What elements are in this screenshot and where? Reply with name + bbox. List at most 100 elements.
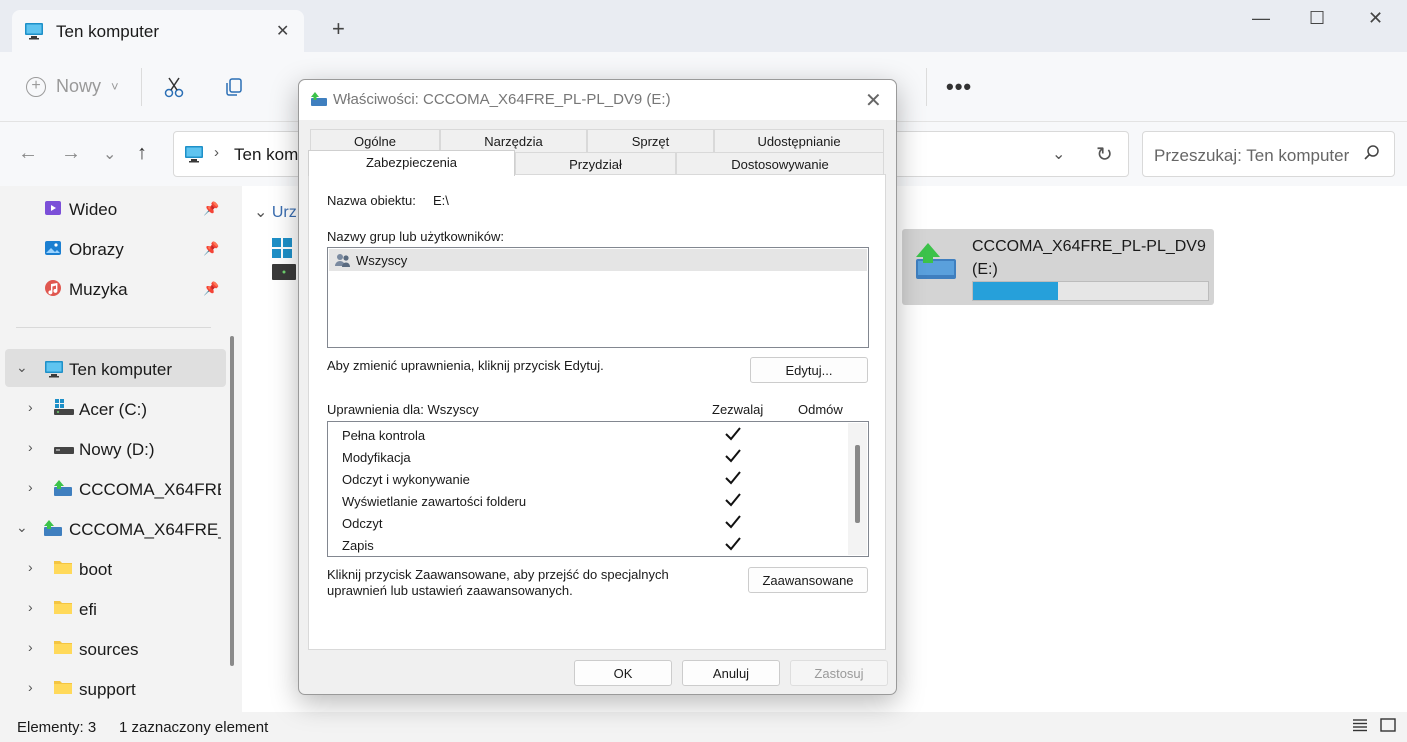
permissions-list[interactable]: Pełna kontrola Modyfikacja Odczyt i wyko… (327, 421, 869, 557)
details-view-icon[interactable] (1352, 718, 1368, 736)
chevron-right-icon[interactable]: › (28, 599, 33, 615)
advanced-button[interactable]: Zaawansowane (748, 567, 868, 593)
drive-tile-letter: (E:) (972, 261, 998, 278)
tab-title: Ten komputer (56, 22, 159, 41)
tab-ogolne[interactable]: Ogólne (310, 129, 440, 152)
tab-dostosowywanie[interactable]: Dostosowywanie (676, 152, 884, 175)
tab-close-icon[interactable]: ✕ (276, 21, 289, 41)
dvd-drive-icon (43, 519, 63, 540)
up-arrow-icon[interactable]: ↑ (137, 142, 147, 165)
sidebar-item-wideo[interactable]: Wideo 📌 (0, 189, 221, 227)
search-icon[interactable] (1363, 144, 1381, 165)
ok-button[interactable]: OK (574, 660, 672, 686)
folder-icon (53, 599, 73, 618)
sidebar-item-label: CCCOMA_X64FRE_ (79, 480, 221, 499)
recent-locations-chevron-icon[interactable]: ⌄ (103, 144, 116, 164)
drive-icon (53, 443, 75, 459)
drive-tile-name: CCCOMA_X64FRE_PL-PL_DV9 (E:) (972, 235, 1206, 281)
chevron-down-icon[interactable]: ⌄ (16, 519, 28, 536)
sidebar-item-obrazy[interactable]: Obrazy 📌 (0, 229, 221, 267)
check-icon (723, 491, 743, 512)
chevron-right-icon[interactable]: › (28, 559, 33, 575)
windows-drive-icon (272, 238, 296, 285)
tab-przydzial[interactable]: Przydział (515, 152, 676, 175)
sidebar-item-boot[interactable]: › boot (0, 549, 221, 587)
status-selected-count: 1 zaznaczony element (119, 719, 269, 736)
permission-name: Odczyt (342, 516, 383, 531)
chevron-right-icon[interactable]: › (28, 439, 33, 455)
list-item[interactable]: Wszyscy (329, 249, 867, 271)
sidebar-item-nowy-d[interactable]: › Nowy (D:) (0, 429, 221, 467)
tab-udostepnianie[interactable]: Udostępnianie (714, 129, 884, 152)
drive-tile-cccoma-e[interactable]: CCCOMA_X64FRE_PL-PL_DV9 (E:) (902, 229, 1214, 305)
computer-icon (24, 21, 44, 44)
cancel-button[interactable]: Anuluj (682, 660, 780, 686)
search-box[interactable]: Przeszukaj: Ten komputer (1142, 131, 1395, 177)
back-arrow-icon[interactable]: ← (18, 142, 38, 165)
computer-icon (184, 144, 204, 167)
forward-arrow-icon[interactable]: → (61, 142, 81, 165)
sidebar-item-label: Wideo (69, 200, 118, 219)
address-dropdown-icon[interactable]: ⌄ (1052, 144, 1065, 164)
sidebar-item-cccoma-root[interactable]: ⌄ CCCOMA_X64FRE_P (0, 509, 221, 547)
drive-usage-bar (972, 281, 1209, 301)
chevron-right-icon[interactable]: › (28, 679, 33, 695)
tab-sprzet[interactable]: Sprzęt (587, 129, 714, 152)
sidebar-item-ten-komputer[interactable]: ⌄ Ten komputer (5, 349, 226, 387)
sidebar-item-label: Nowy (D:) (79, 440, 155, 459)
scrollbar-thumb[interactable] (855, 445, 860, 523)
sidebar-item-muzyka[interactable]: Muzyka 📌 (0, 269, 221, 307)
chevron-right-icon[interactable]: › (28, 639, 33, 655)
pin-icon[interactable]: 📌 (203, 241, 219, 257)
new-item-button[interactable]: + Nowy ˅ (26, 76, 119, 97)
pin-icon[interactable]: 📌 (203, 281, 219, 297)
status-item-count: Elementy: 3 (17, 719, 97, 736)
copy-icon[interactable] (223, 76, 245, 101)
sidebar-item-support[interactable]: › support (0, 669, 221, 707)
chevron-down-icon[interactable]: ⌄ (16, 359, 28, 376)
advanced-hint-line1: Kliknij przycisk Zaawansowane, aby przej… (327, 567, 669, 582)
pin-icon[interactable]: 📌 (203, 201, 219, 217)
cut-icon[interactable] (163, 76, 185, 101)
tab-narzedzia[interactable]: Narzędzia (440, 129, 587, 152)
new-item-label: Nowy (56, 76, 102, 96)
advanced-hint-line2: uprawnień lub ustawień zaawansowanych. (327, 583, 573, 598)
maximize-button[interactable]: ☐ (1309, 8, 1325, 29)
dialog-close-button[interactable]: ✕ (865, 88, 882, 113)
minimize-button[interactable]: — (1252, 8, 1270, 29)
folder-icon (53, 559, 73, 578)
group-header[interactable]: ⌄ Urz (254, 202, 297, 222)
chevron-right-icon[interactable]: › (28, 399, 33, 415)
permission-row: Wyświetlanie zawartości folderu (328, 491, 848, 513)
search-input[interactable]: Przeszukaj: Ten komputer (1154, 146, 1349, 166)
permission-name: Wyświetlanie zawartości folderu (342, 494, 527, 509)
sidebar-item-acer-c[interactable]: › Acer (C:) (0, 389, 221, 427)
check-icon (723, 447, 743, 468)
more-options-button[interactable]: ••• (946, 74, 972, 100)
tab-zabezpieczenia[interactable]: Zabezpieczenia (308, 150, 515, 176)
permission-name: Odczyt i wykonywanie (342, 472, 470, 487)
chevron-down-icon: ⌄ (254, 204, 272, 221)
chevron-right-icon[interactable]: › (28, 479, 33, 495)
apply-button[interactable]: Zastosuj (790, 660, 888, 686)
breadcrumb-chevron-icon[interactable]: › (214, 144, 219, 161)
tiles-view-icon[interactable] (1380, 718, 1396, 736)
plus-icon: + (26, 76, 46, 97)
sidebar-scrollbar[interactable] (230, 336, 234, 666)
new-tab-button[interactable]: + (332, 18, 345, 40)
permission-name: Modyfikacja (342, 450, 411, 465)
sidebar-item-cccoma-e[interactable]: › CCCOMA_X64FRE_ (0, 469, 221, 507)
refresh-icon[interactable]: ↻ (1096, 142, 1113, 167)
tab-row-front: Zabezpieczenia Przydział Dostosowywanie (308, 150, 884, 176)
sidebar-item-label: Ten komputer (69, 360, 172, 379)
groups-list[interactable]: Wszyscy (327, 247, 869, 348)
tab-ten-komputer[interactable]: Ten komputer ✕ (12, 10, 304, 52)
edit-button[interactable]: Edytuj... (750, 357, 868, 383)
sidebar-item-sources[interactable]: › sources (0, 629, 221, 667)
group-name: Wszyscy (356, 253, 408, 268)
permission-row: Odczyt (328, 513, 848, 535)
properties-dialog: Właściwości: CCCOMA_X64FRE_PL-PL_DV9 (E:… (298, 79, 897, 695)
close-window-button[interactable]: ✕ (1368, 8, 1383, 29)
sidebar-item-efi[interactable]: › efi (0, 589, 221, 627)
permissions-scrollbar[interactable] (848, 423, 867, 555)
